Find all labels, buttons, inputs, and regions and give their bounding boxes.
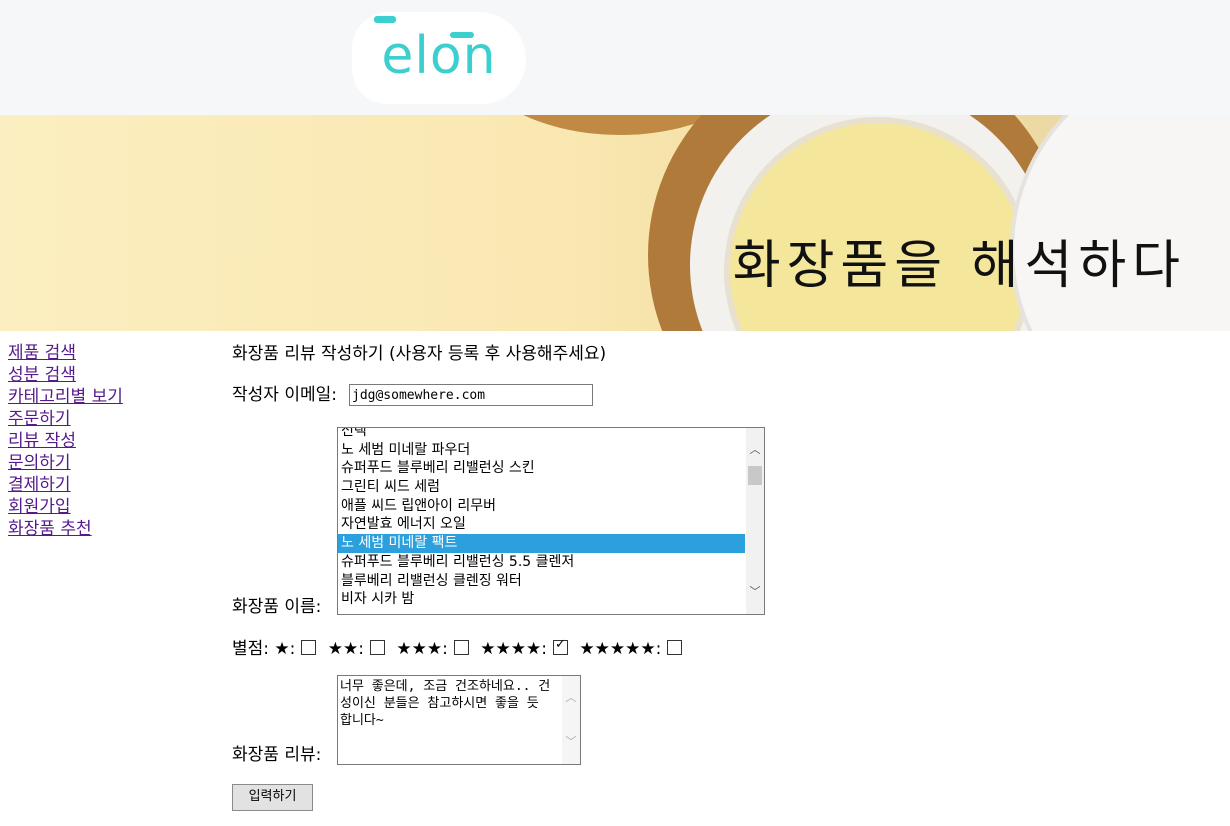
rating-option: ★★★: <box>396 639 469 659</box>
rating-label: 별점: <box>232 639 270 659</box>
submit-button[interactable]: 입력하기 <box>232 784 313 811</box>
email-field[interactable] <box>349 384 593 406</box>
sidebar-item-ingredient-search[interactable]: 성분 검색 <box>8 364 208 386</box>
chevron-down-icon[interactable]: ﹀ <box>565 736 577 748</box>
list-item[interactable]: 노 세범 미네랄 파우더 <box>338 441 745 460</box>
rating-checkbox-3[interactable] <box>453 640 469 655</box>
rating-checkbox-4[interactable] <box>552 637 568 655</box>
list-item-selected[interactable]: 노 세범 미네랄 팩트 <box>338 534 745 553</box>
list-item[interactable]: 슈퍼푸드 블루베리 리밸런싱 5.5 클렌저 <box>338 553 745 572</box>
star-label: ★★: <box>327 639 365 659</box>
scrollbar-thumb[interactable] <box>748 466 762 485</box>
page-title: 화장품 리뷰 작성하기 (사용자 등록 후 사용해주세요) <box>232 344 607 364</box>
rating-option: ★★: <box>327 639 386 659</box>
list-item[interactable]: 자연발효 에너지 오일 <box>338 515 745 534</box>
chevron-down-icon[interactable]: ﹀ <box>749 586 761 598</box>
list-item[interactable]: 슈퍼푸드 블루베리 리밸런싱 스킨 <box>338 459 745 478</box>
rating-checkbox-1[interactable] <box>301 640 317 655</box>
sidebar-item-payment[interactable]: 결제하기 <box>8 474 208 496</box>
rating-option: ★★★★★: <box>579 639 683 659</box>
review-text[interactable]: 너무 좋은데, 조금 건조하네요.. 건성이신 분들은 참고하시면 좋을 듯 합… <box>340 678 558 729</box>
sidebar-nav: 제품 검색 성분 검색 카테고리별 보기 주문하기 리뷰 작성 문의하기 결제하… <box>8 342 208 540</box>
star-label: ★★★★: <box>480 639 547 659</box>
sidebar-item-write-review[interactable]: 리뷰 작성 <box>8 430 208 452</box>
sidebar-item-product-search[interactable]: 제품 검색 <box>8 342 208 364</box>
sidebar-item-recommend[interactable]: 화장품 추천 <box>8 518 208 540</box>
list-item[interactable]: 선택 <box>338 428 745 441</box>
review-textarea[interactable]: 너무 좋은데, 조금 건조하네요.. 건성이신 분들은 참고하시면 좋을 듯 합… <box>337 675 581 765</box>
logo-wordmark: elon <box>381 26 497 86</box>
site-header: elon <box>0 0 1230 115</box>
product-label: 화장품 이름: <box>232 597 322 617</box>
star-label: ★★★: <box>396 639 448 659</box>
rating-option: ★: <box>274 639 317 659</box>
rating-row: 별점: ★: ★★: ★★★: ★★★★: ★★★★★: <box>232 634 688 659</box>
banner-title: 화장품을 해석하다 <box>732 236 1186 296</box>
sidebar-item-category[interactable]: 카테고리별 보기 <box>8 386 208 408</box>
list-item[interactable]: 그린티 씨드 세럼 <box>338 478 745 497</box>
hero-banner: 화장품을 해석하다 <box>0 115 1230 331</box>
chevron-up-icon[interactable]: ︿ <box>565 692 577 704</box>
star-label: ★★★★★: <box>579 639 662 659</box>
logo-accent <box>374 16 396 23</box>
list-item[interactable]: 블루베리 리밸런싱 클렌징 워터 <box>338 572 745 591</box>
sidebar-item-signup[interactable]: 회원가입 <box>8 496 208 518</box>
scrollbar[interactable]: ︿ ﹀ <box>562 676 580 764</box>
star-label: ★: <box>274 639 296 659</box>
rating-checkbox-2[interactable] <box>370 640 386 655</box>
brand-logo[interactable]: elon <box>352 12 526 104</box>
chevron-up-icon[interactable]: ︿ <box>749 444 761 456</box>
sidebar-item-inquiry[interactable]: 문의하기 <box>8 452 208 474</box>
email-label: 작성자 이메일: <box>232 385 337 405</box>
sidebar-item-order[interactable]: 주문하기 <box>8 408 208 430</box>
list-item[interactable]: 애플 씨드 립앤아이 리무버 <box>338 497 745 516</box>
product-select[interactable]: 선택 노 세범 미네랄 파우더 슈퍼푸드 블루베리 리밸런싱 스킨 그린티 씨드… <box>337 427 765 615</box>
list-item[interactable]: 비자 시카 밤 <box>338 590 745 609</box>
review-form: 화장품 리뷰 작성하기 (사용자 등록 후 사용해주세요) 작성자 이메일: 선… <box>232 342 1212 811</box>
rating-checkbox-5[interactable] <box>667 640 683 655</box>
rating-option: ★★★★: <box>480 637 568 659</box>
scrollbar[interactable]: ︿ ﹀ <box>746 428 764 614</box>
review-label: 화장품 리뷰: <box>232 745 322 765</box>
